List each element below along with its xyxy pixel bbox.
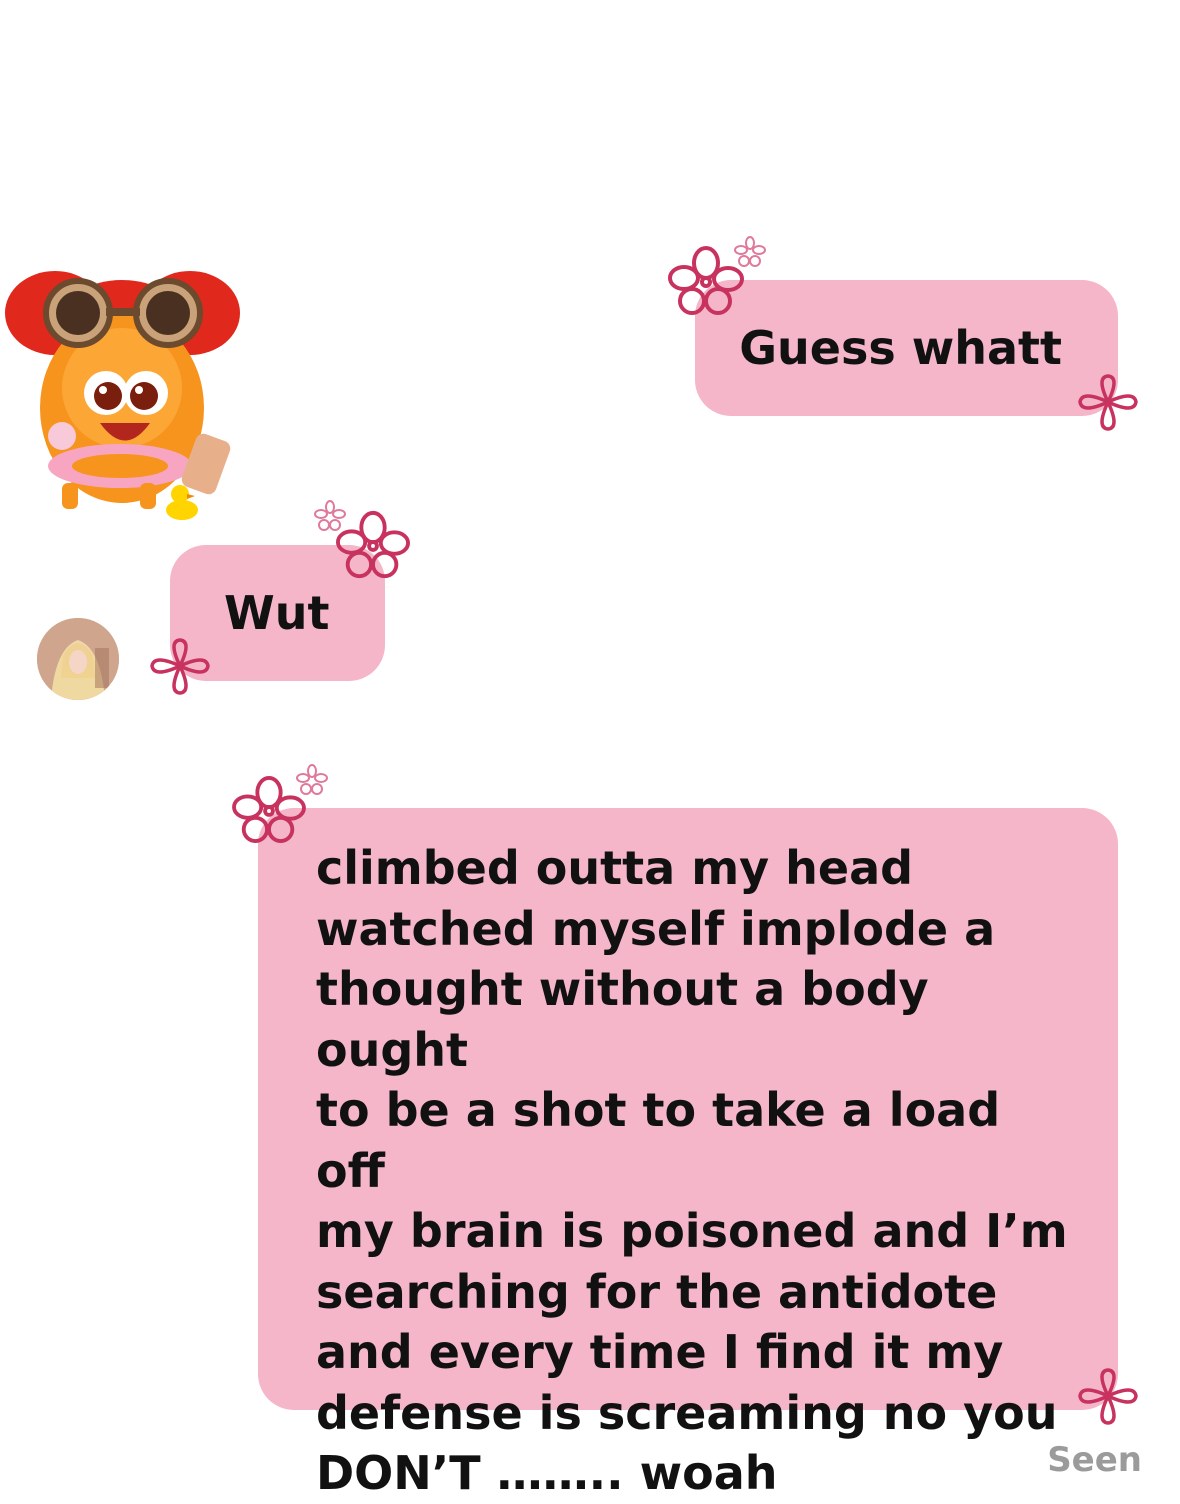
message-text: climbed outta my head watched myself imp… [316,841,1068,1500]
message-text: Wut [224,586,330,640]
message-bubble-sent[interactable]: climbed outta my head watched myself imp… [258,808,1118,1500]
flower-icon [1078,374,1138,431]
flower-icon [150,638,210,695]
sticker-duck [166,485,198,520]
flower-icon [668,246,744,315]
flower-icon [314,500,346,531]
flower-icon [232,776,306,844]
message-text: Guess whatt [739,321,1062,375]
flower-icon [734,236,766,267]
flower-icon [1078,1368,1138,1425]
flower-icon [296,764,328,795]
message-bubble-sent[interactable]: Guess whatt [695,280,1118,416]
avatar-icon [37,618,119,700]
avatar[interactable] [37,618,119,700]
seen-status: Seen [1047,1440,1142,1480]
monster-sticker [5,271,240,520]
flower-icon [336,510,410,579]
